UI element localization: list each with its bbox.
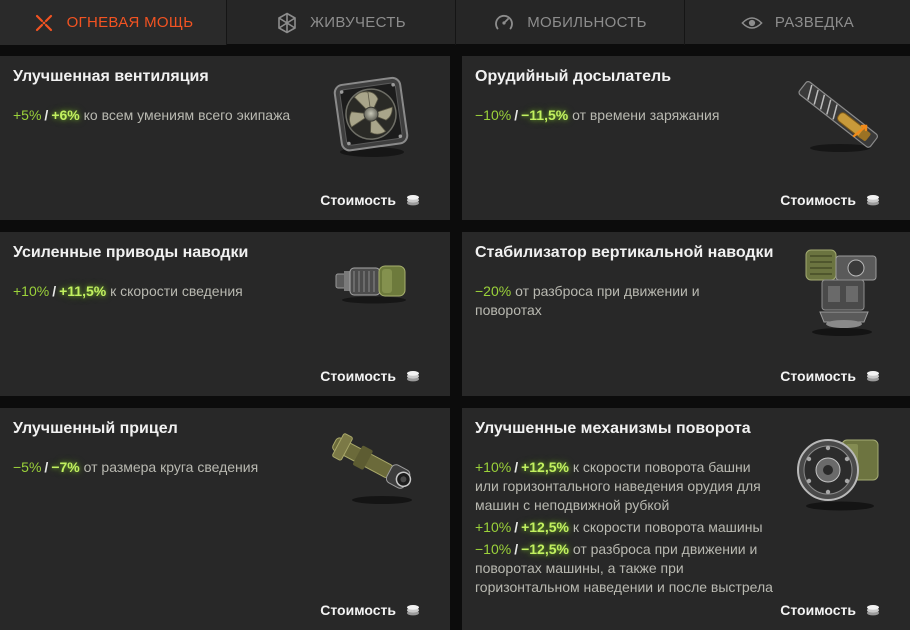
card-title: Улучшенные механизмы поворота xyxy=(475,420,751,437)
eye-icon xyxy=(741,12,763,34)
tab-bar: ОГНЕВАЯ МОЩЬ ЖИВУЧЕСТЬ МОБИЛЬНОСТЬ РАЗВЕ… xyxy=(0,0,910,45)
equipment-card-gun-sight[interactable]: Улучшенный прицел −5% / −7% от размера кру… xyxy=(0,408,450,630)
cost-label: Стоимость xyxy=(780,368,856,384)
card-description: −20% от разброса при движении и поворота… xyxy=(475,282,765,320)
cost-label: Стоимость xyxy=(320,368,396,384)
improved-value: +11,5% xyxy=(59,283,107,299)
value-separator: / xyxy=(514,541,519,557)
effect-line: +5% / +6% ко всем умениям всего экипажа xyxy=(13,106,323,125)
base-value: −10% xyxy=(475,541,512,557)
effect-text: от времени заряжания xyxy=(572,107,720,123)
card-description: +5% / +6% ко всем умениям всего экипажа xyxy=(13,106,323,125)
armor-hex-icon xyxy=(276,12,298,34)
equipment-card-gun-laying-drive[interactable]: Усиленные приводы наводки +10% / +11,5% к … xyxy=(0,232,450,396)
credits-icon xyxy=(867,605,879,616)
value-separator: / xyxy=(514,519,519,535)
tab-recon[interactable]: РАЗВЕДКА xyxy=(685,0,910,45)
effect-line: −10% / −11,5% от времени заряжания xyxy=(475,106,785,125)
card-title: Усиленные приводы наводки xyxy=(13,244,249,261)
equipment-card-gun-rammer[interactable]: Орудийный досылатель −10% / −11,5% от врем… xyxy=(462,56,910,220)
value-separator: / xyxy=(514,107,519,123)
credits-icon xyxy=(867,371,879,382)
equipment-card-turning-mechanism[interactable]: Улучшенные механизмы поворота +10% / +12,5… xyxy=(462,408,910,630)
base-value: −20% xyxy=(475,283,512,299)
improved-value: +12,5% xyxy=(521,519,569,535)
tab-label: МОБИЛЬНОСТЬ xyxy=(527,14,647,31)
equipment-card-vertical-stabilizer[interactable]: Стабилизатор вертикальной наводки −20% о… xyxy=(462,232,910,396)
card-title: Улучшенная вентиляция xyxy=(13,68,209,85)
card-title: Стабилизатор вертикальной наводки xyxy=(475,244,774,261)
base-value: +10% xyxy=(13,283,50,299)
cost-button[interactable]: Стоимость xyxy=(320,602,420,618)
tab-label: ОГНЕВАЯ МОЩЬ xyxy=(66,14,194,31)
cost-button[interactable]: Стоимость xyxy=(780,368,880,384)
improved-value: +6% xyxy=(51,107,80,123)
effect-line: −20% от разброса при движении и поворота… xyxy=(475,282,765,320)
card-title: Орудийный досылатель xyxy=(475,68,672,85)
base-value: +10% xyxy=(475,519,512,535)
base-value: −10% xyxy=(475,107,512,123)
base-value: +10% xyxy=(475,459,512,475)
cost-label: Стоимость xyxy=(320,192,396,208)
improved-value: −7% xyxy=(51,459,80,475)
tab-label: ЖИВУЧЕСТЬ xyxy=(310,14,406,31)
improved-value: +12,5% xyxy=(521,459,569,475)
cost-label: Стоимость xyxy=(780,192,856,208)
credits-icon xyxy=(407,371,419,382)
gun-rammer-icon xyxy=(792,76,882,161)
effect-line: +10% / +12,5% к скорости поворота башни ил… xyxy=(475,458,775,515)
cost-button[interactable]: Стоимость xyxy=(320,192,420,208)
effect-text: от размера круга сведения xyxy=(83,459,259,475)
ventilation-fan-icon xyxy=(330,72,414,163)
tab-survivability[interactable]: ЖИВУЧЕСТЬ xyxy=(227,0,456,45)
effect-line: −5% / −7% от размера круга сведения xyxy=(13,458,323,477)
effect-line: +10% / +12,5% к скорости поворота машины xyxy=(475,518,775,537)
improved-value: −11,5% xyxy=(521,107,569,123)
base-value: +5% xyxy=(13,107,42,123)
gun-sight-icon xyxy=(324,426,420,511)
value-separator: / xyxy=(44,459,49,475)
credits-icon xyxy=(407,195,419,206)
tab-label: РАЗВЕДКА xyxy=(774,14,855,31)
value-separator: / xyxy=(44,107,49,123)
crossed-swords-icon xyxy=(33,12,55,34)
card-title: Улучшенный прицел xyxy=(13,420,178,437)
cost-button[interactable]: Стоимость xyxy=(780,192,880,208)
equipment-card-ventilation[interactable]: Улучшенная вентиляция +5% / +6% ко всем ум… xyxy=(0,56,450,220)
speedometer-icon xyxy=(493,12,515,34)
value-separator: / xyxy=(52,283,57,299)
cost-label: Стоимость xyxy=(320,602,396,618)
effect-text: к скорости поворота машины xyxy=(572,519,763,535)
effect-line: −10% / −12,5% от разброса при движении и п… xyxy=(475,540,775,597)
effect-line: +10% / +11,5% к скорости сведения xyxy=(13,282,323,301)
tab-firepower[interactable]: ОГНЕВАЯ МОЩЬ xyxy=(0,0,227,45)
turning-mechanism-icon xyxy=(792,426,888,517)
effect-text: ко всем умениям всего экипажа xyxy=(83,107,291,123)
gun-laying-drive-icon xyxy=(334,260,410,309)
cost-button[interactable]: Стоимость xyxy=(780,602,880,618)
card-description: +10% / +12,5% к скорости поворота башни ил… xyxy=(475,458,775,597)
effect-text: к скорости сведения xyxy=(110,283,243,299)
tab-mobility[interactable]: МОБИЛЬНОСТЬ xyxy=(456,0,685,45)
card-description: +10% / +11,5% к скорости сведения xyxy=(13,282,323,301)
cost-button[interactable]: Стоимость xyxy=(320,368,420,384)
credits-icon xyxy=(407,605,419,616)
improved-value: −12,5% xyxy=(521,541,569,557)
card-description: −10% / −11,5% от времени заряжания xyxy=(475,106,785,125)
value-separator: / xyxy=(514,459,519,475)
credits-icon xyxy=(867,195,879,206)
vertical-stabilizer-icon xyxy=(798,246,884,343)
card-description: −5% / −7% от размера круга сведения xyxy=(13,458,323,477)
cost-label: Стоимость xyxy=(780,602,856,618)
base-value: −5% xyxy=(13,459,42,475)
